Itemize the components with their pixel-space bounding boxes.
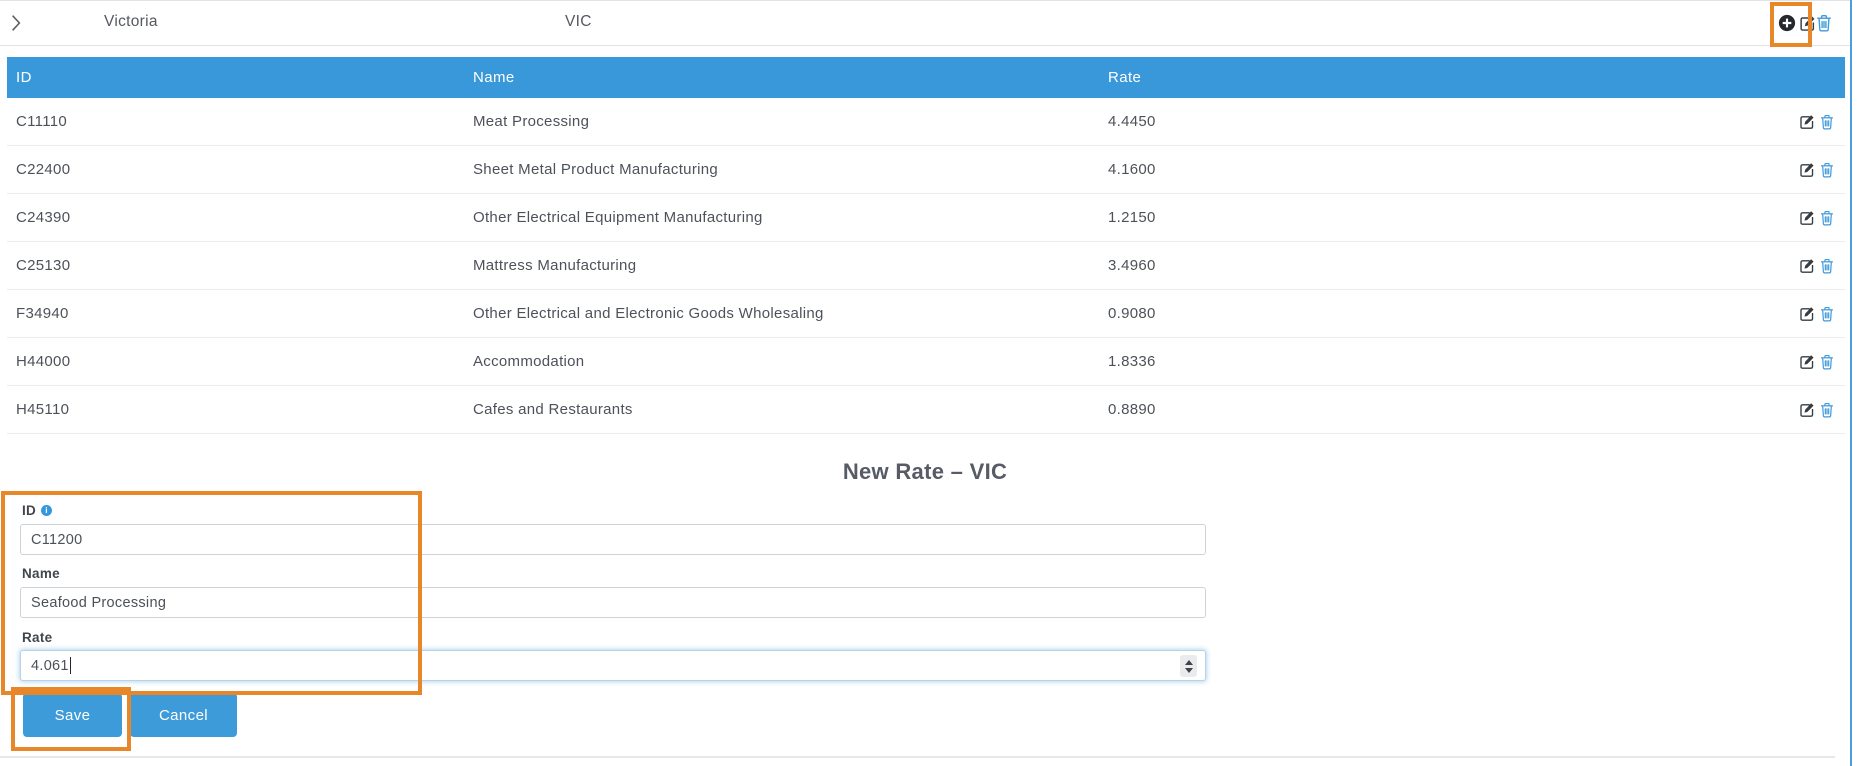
rate-input[interactable]: 4.061 — [20, 650, 1206, 681]
rates-table: ID Name Rate C11110 Meat Processing 4.44… — [7, 57, 1845, 434]
edit-pencil-icon — [1799, 210, 1815, 226]
rate-label: Rate — [22, 630, 52, 645]
edit-row-button[interactable] — [1799, 209, 1815, 226]
right-edge-line — [1850, 0, 1852, 766]
delete-row-button[interactable] — [1820, 113, 1836, 130]
cell-rate: 0.8890 — [1108, 401, 1156, 418]
trash-icon — [1820, 306, 1836, 322]
row-actions — [1788, 113, 1836, 130]
edit-row-button[interactable] — [1799, 113, 1815, 130]
edit-row-button[interactable] — [1799, 353, 1815, 370]
delete-row-button[interactable] — [1820, 401, 1836, 418]
cell-name: Cafes and Restaurants — [473, 401, 633, 418]
edit-row-button[interactable] — [1799, 161, 1815, 178]
cancel-button[interactable]: Cancel — [130, 693, 237, 737]
table-row: H44000 Accommodation 1.8336 — [7, 338, 1845, 386]
cell-id: H44000 — [16, 353, 71, 370]
column-header-id: ID — [16, 69, 32, 86]
row-actions — [1788, 257, 1836, 274]
table-row: F34940 Other Electrical and Electronic G… — [7, 290, 1845, 338]
id-label: ID i — [22, 503, 53, 518]
parent-code: VIC — [565, 13, 592, 30]
table-row: C11110 Meat Processing 4.4450 — [7, 98, 1845, 146]
cell-name: Other Electrical Equipment Manufacturing — [473, 209, 763, 226]
edit-pencil-icon — [1799, 114, 1815, 130]
trash-icon — [1816, 14, 1836, 32]
edit-pencil-icon — [1799, 258, 1815, 274]
chevron-right-icon[interactable] — [10, 14, 22, 32]
edit-pencil-icon — [1799, 354, 1815, 370]
delete-row-button[interactable] — [1820, 305, 1836, 322]
column-header-rate: Rate — [1108, 69, 1142, 86]
parent-row: Victoria VIC — [0, 0, 1850, 46]
stepper-up-icon — [1184, 659, 1193, 665]
cell-name: Mattress Manufacturing — [473, 257, 637, 274]
rate-label-text: Rate — [22, 630, 53, 645]
cell-name: Accommodation — [473, 353, 585, 370]
cell-name: Meat Processing — [473, 113, 590, 130]
cell-id: C11110 — [16, 113, 68, 130]
trash-icon — [1820, 162, 1836, 178]
trash-icon — [1820, 114, 1836, 130]
table-row: C25130 Mattress Manufacturing 3.4960 — [7, 242, 1845, 290]
cell-id: C24390 — [16, 209, 71, 226]
trash-icon — [1820, 258, 1836, 274]
save-button[interactable]: Save — [23, 693, 122, 737]
column-header-name: Name — [473, 69, 515, 86]
cell-name: Sheet Metal Product Manufacturing — [473, 161, 719, 178]
row-actions — [1788, 353, 1836, 370]
add-rate-button[interactable] — [1778, 13, 1798, 33]
cell-id: F34940 — [16, 305, 69, 322]
page: Victoria VIC ID Name Rate C11110 Meat Pr… — [0, 0, 1862, 766]
cell-id: C25130 — [16, 257, 71, 274]
edit-row-button[interactable] — [1799, 305, 1815, 322]
rate-input-value: 4.061 — [31, 657, 69, 674]
name-label-text: Name — [22, 566, 60, 581]
cell-rate: 4.4450 — [1108, 113, 1156, 130]
text-caret — [69, 657, 72, 674]
table-row: C22400 Sheet Metal Product Manufacturing… — [7, 146, 1845, 194]
delete-row-button[interactable] — [1820, 209, 1836, 226]
edit-row-button[interactable] — [1799, 401, 1815, 418]
cell-rate: 1.8336 — [1108, 353, 1156, 370]
row-actions — [1788, 161, 1836, 178]
row-actions — [1788, 305, 1836, 322]
cell-rate: 3.4960 — [1108, 257, 1156, 274]
edit-pencil-icon — [1799, 162, 1815, 178]
delete-row-button[interactable] — [1820, 161, 1836, 178]
cell-rate: 0.9080 — [1108, 305, 1156, 322]
cell-id: H45110 — [16, 401, 70, 418]
trash-icon — [1820, 402, 1836, 418]
edit-pencil-icon — [1799, 402, 1815, 418]
form-title: New Rate – VIC — [842, 459, 1008, 484]
edit-row-button[interactable] — [1799, 257, 1815, 274]
parent-name: Victoria — [104, 13, 158, 30]
row-actions — [1788, 209, 1836, 226]
delete-row-button[interactable] — [1820, 257, 1836, 274]
stepper-down-icon — [1184, 667, 1193, 673]
cell-id: C22400 — [16, 161, 71, 178]
cell-rate: 1.2150 — [1108, 209, 1156, 226]
edit-pencil-icon — [1799, 306, 1815, 322]
table-row: C24390 Other Electrical Equipment Manufa… — [7, 194, 1845, 242]
trash-icon — [1820, 210, 1836, 226]
rate-stepper[interactable] — [1180, 655, 1197, 677]
trash-icon — [1820, 354, 1836, 370]
row-actions — [1788, 401, 1836, 418]
cell-name: Other Electrical and Electronic Goods Wh… — [473, 305, 824, 322]
bottom-divider — [0, 756, 1835, 758]
id-label-text: ID — [22, 503, 37, 518]
name-input[interactable] — [20, 587, 1206, 618]
info-icon[interactable]: i — [41, 505, 53, 516]
name-label: Name — [22, 566, 60, 581]
table-header-row: ID Name Rate — [7, 57, 1845, 98]
table-row: H45110 Cafes and Restaurants 0.8890 — [7, 386, 1845, 434]
id-input[interactable] — [20, 524, 1206, 555]
cell-rate: 4.1600 — [1108, 161, 1156, 178]
plus-circle-icon — [1778, 14, 1798, 32]
delete-state-button[interactable] — [1816, 13, 1836, 33]
delete-row-button[interactable] — [1820, 353, 1836, 370]
